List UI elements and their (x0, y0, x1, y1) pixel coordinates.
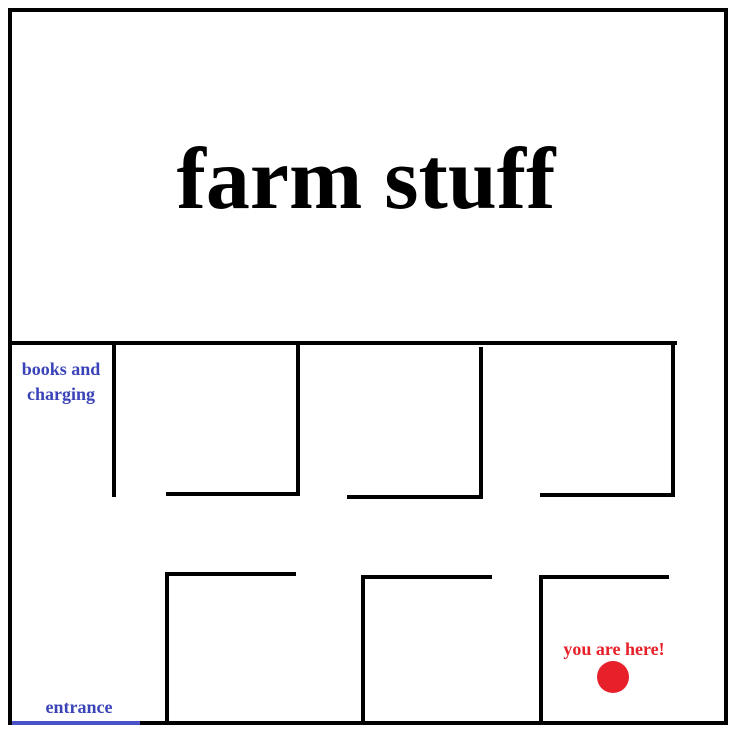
farm-section-title: farm stuff (177, 131, 557, 228)
entrance-label: entrance (46, 697, 113, 717)
books-and-charging-label: books and (22, 359, 101, 379)
store-map: farm stuff books and charging entrance y… (8, 8, 728, 725)
you-are-here-marker (597, 661, 629, 693)
outer-wall (8, 8, 728, 725)
you-are-here-label: you are here! (563, 639, 664, 659)
books-and-charging-label: charging (27, 384, 95, 404)
